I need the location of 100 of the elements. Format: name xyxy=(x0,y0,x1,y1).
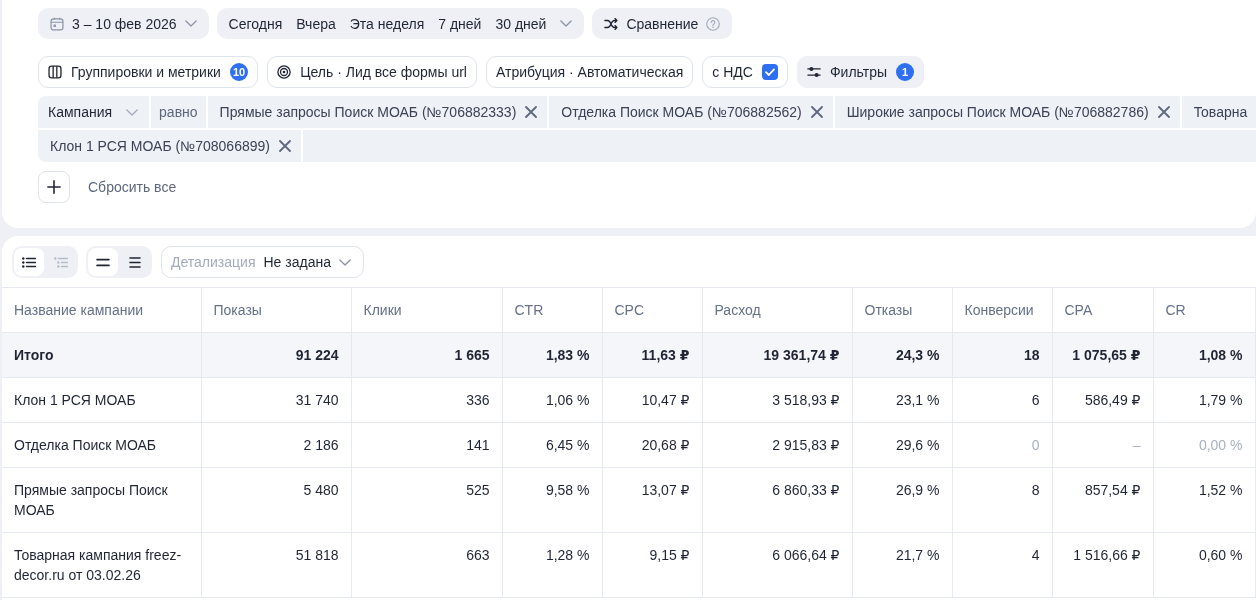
table-cell: 141 xyxy=(351,422,502,468)
table-cell: 4 xyxy=(952,532,1052,598)
table-cell: Клон 1 РСЯ МОАБ xyxy=(2,377,201,423)
table-cell: 1 075,65 ₽ xyxy=(1052,332,1153,378)
table-cell: 2 915,83 ₽ xyxy=(702,422,852,468)
table-cell: 91 224 xyxy=(201,332,351,378)
table-cell: 13,07 ₽ xyxy=(602,467,702,533)
filter-value-chip[interactable]: Клон 1 РСЯ МОАБ (№708066899) xyxy=(38,130,301,162)
column-header[interactable]: Название кампании xyxy=(2,287,201,333)
table-cell: 23,1 % xyxy=(852,377,952,423)
table-cell: 21,7 % xyxy=(852,532,952,598)
table-cell: 51 818 xyxy=(201,532,351,598)
columns-icon xyxy=(48,65,62,79)
column-header[interactable]: CPC xyxy=(602,287,702,333)
close-icon[interactable] xyxy=(810,106,823,118)
comparison-button[interactable]: Сравнение xyxy=(592,8,733,39)
chevron-down-icon xyxy=(184,20,197,27)
filter-value-chip[interactable]: Широкие запросы Поиск МОАБ (№706882786) xyxy=(834,96,1180,128)
table-cell: 1,52 % xyxy=(1153,467,1255,533)
table-cell: 525 xyxy=(351,467,502,533)
table-cell: 5 480 xyxy=(201,467,351,533)
table-cell: 6 066,64 ₽ xyxy=(702,532,852,598)
detail-level-dropdown[interactable]: Детализация Не задана xyxy=(161,246,364,278)
table-cell: 1,83 % xyxy=(502,332,602,378)
nested-list-icon xyxy=(54,256,68,268)
list-icon xyxy=(22,256,36,268)
table-cell: 19 361,74 ₽ xyxy=(702,332,852,378)
count-badge: 1 xyxy=(896,63,914,81)
table-cell: 31 740 xyxy=(201,377,351,423)
layout-button[interactable] xyxy=(14,248,44,276)
table-cell: 3 518,93 ₽ xyxy=(702,377,852,423)
period-preset-button[interactable]: Эта неделя xyxy=(349,15,425,32)
table-cell: 1 516,66 ₽ xyxy=(1052,532,1153,598)
column-header[interactable]: CR xyxy=(1153,287,1255,333)
goal-button[interactable]: Цель · Лид все формы url xyxy=(267,56,477,88)
column-header[interactable]: Показы xyxy=(201,287,351,333)
column-header[interactable]: Клики xyxy=(351,287,502,333)
table-cell: 29,6 % xyxy=(852,422,952,468)
table-cell: 0 xyxy=(952,422,1052,468)
table-cell: – xyxy=(1052,422,1153,468)
period-preset-button[interactable]: 7 дней xyxy=(438,15,482,32)
table-cell: 6,45 % xyxy=(502,422,602,468)
table-cell: 6 xyxy=(952,377,1052,423)
groupings-metrics-button[interactable]: Группировки и метрики 10 xyxy=(38,56,259,88)
column-header[interactable]: Отказы xyxy=(852,287,952,333)
close-icon[interactable] xyxy=(525,106,538,118)
density-button[interactable] xyxy=(88,248,118,276)
reset-all-link[interactable]: Сбросить все xyxy=(88,179,177,195)
chevron-down-icon xyxy=(338,258,351,266)
column-header[interactable]: Расход xyxy=(702,287,852,333)
table-cell: 1 665 xyxy=(351,332,502,378)
table-cell: 6 860,33 ₽ xyxy=(702,467,852,533)
filter-field-dropdown[interactable]: Кампания xyxy=(38,96,150,128)
table-cell: 26,9 % xyxy=(852,467,952,533)
calendar-icon xyxy=(50,16,64,31)
attribution-button[interactable]: Атрибуция · Автоматическая xyxy=(485,56,694,88)
table-cell: 1,06 % xyxy=(502,377,602,423)
plus-icon xyxy=(47,180,61,194)
table-cell: 20,68 ₽ xyxy=(602,422,702,468)
table-cell: 336 xyxy=(351,377,502,423)
filter-value-chip[interactable]: Прямые запросы Поиск МОАБ (№706882333) xyxy=(207,96,548,128)
table-cell: 586,49 ₽ xyxy=(1052,377,1153,423)
table-cell: 24,3 % xyxy=(852,332,952,378)
table-cell: 0,60 % xyxy=(1153,532,1255,598)
close-icon[interactable] xyxy=(278,140,291,152)
filter-value-chip[interactable]: Товарна xyxy=(1181,96,1256,128)
count-badge: 10 xyxy=(229,63,249,81)
vat-toggle[interactable]: с НДС xyxy=(702,56,788,88)
table-cell: 0,00 % xyxy=(1153,422,1255,468)
filter-value-chip[interactable]: Отделка Поиск МОАБ (№706882562) xyxy=(549,96,833,128)
table-cell: 9,58 % xyxy=(502,467,602,533)
three-lines-icon xyxy=(128,256,142,268)
table-cell: Прямые запросы Поиск МОАБ xyxy=(2,467,201,533)
chevron-down-icon xyxy=(126,108,139,116)
table-cell: 857,54 ₽ xyxy=(1052,467,1153,533)
add-filter-button[interactable] xyxy=(38,171,70,203)
filter-operator-dropdown[interactable]: равно xyxy=(151,96,206,128)
table-cell: 18 xyxy=(952,332,1052,378)
column-header[interactable]: Конверсии xyxy=(952,287,1052,333)
target-icon xyxy=(277,65,292,79)
table-cell: Итого xyxy=(2,332,201,378)
column-header[interactable]: CTR xyxy=(502,287,602,333)
date-range-button[interactable]: 3 – 10 фев 2026 xyxy=(38,8,209,39)
filters-button[interactable]: Фильтры 1 xyxy=(796,56,924,88)
two-lines-icon xyxy=(96,256,110,268)
table-cell: 1,28 % xyxy=(502,532,602,598)
period-preset-button[interactable]: Сегодня xyxy=(228,15,283,32)
chevron-down-icon[interactable] xyxy=(560,20,573,27)
table-cell: 11,63 ₽ xyxy=(602,332,702,378)
table-cell: 10,47 ₽ xyxy=(602,377,702,423)
close-icon[interactable] xyxy=(1157,106,1170,118)
table-cell: 9,15 ₽ xyxy=(602,532,702,598)
shuffle-icon xyxy=(604,16,619,31)
period-preset-button[interactable]: Вчера xyxy=(296,15,336,32)
checkbox[interactable] xyxy=(761,64,778,80)
table-cell: 2 186 xyxy=(201,422,351,468)
table-cell: 1,08 % xyxy=(1153,332,1255,378)
column-header[interactable]: CPA xyxy=(1052,287,1153,333)
table-cell: 1,79 % xyxy=(1153,377,1255,423)
period-preset-button[interactable]: 30 дней xyxy=(495,15,547,32)
